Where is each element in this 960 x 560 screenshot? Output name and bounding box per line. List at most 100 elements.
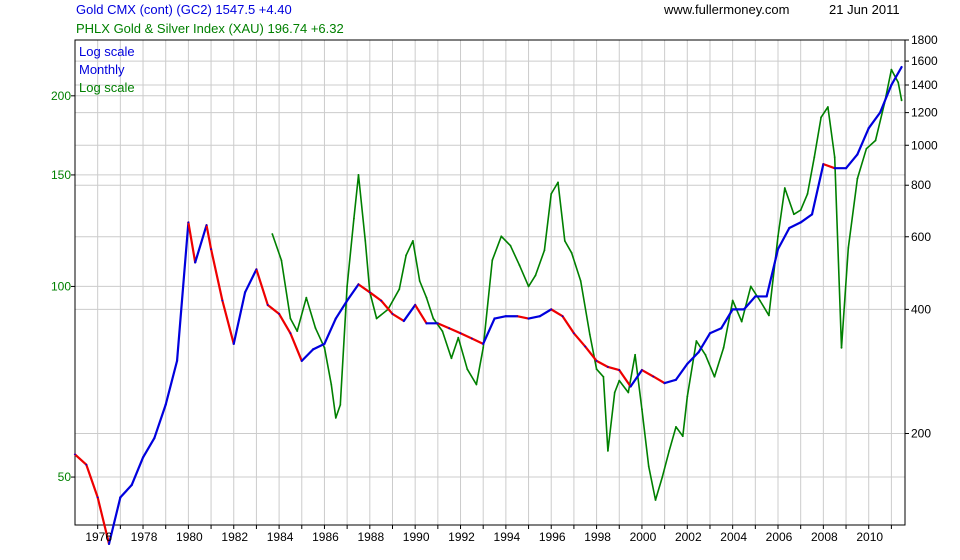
gold-segment [323, 317, 337, 345]
xau-point [500, 235, 503, 238]
gold-point [833, 167, 836, 170]
legend-gold-scale: Log scale [79, 44, 135, 59]
xau-point [296, 330, 299, 333]
right-tick-label: 1600 [911, 54, 938, 68]
gold-segment [187, 221, 197, 264]
x-tick-label: 1998 [584, 530, 611, 544]
gold-segment [640, 368, 655, 378]
gold-point [799, 221, 802, 224]
xau-series [271, 68, 903, 501]
gold-point [550, 308, 553, 311]
xau-point [634, 353, 637, 356]
x-tick-label: 2002 [675, 530, 702, 544]
xau-point [847, 247, 850, 249]
gold-point [856, 153, 859, 156]
gold-point [300, 359, 303, 362]
legend: Log scale Monthly Log scale [79, 43, 135, 97]
gold-point [788, 227, 791, 229]
right-tick-label: 1800 [911, 33, 938, 47]
gold-segment [119, 483, 133, 499]
gold-point [459, 332, 462, 335]
gold-point [900, 66, 903, 68]
x-tick-label: 2004 [720, 530, 747, 544]
gold-point [368, 291, 371, 294]
gold-point [74, 453, 76, 456]
xau-point [768, 314, 770, 317]
gold-point [641, 369, 643, 371]
xau-point [647, 465, 650, 468]
gold-segment [856, 127, 870, 156]
gold-segment [448, 327, 462, 335]
gold-point [754, 295, 757, 298]
right-tick-label: 600 [911, 230, 931, 244]
xau-point [550, 192, 553, 195]
x-tick-label: 1988 [357, 530, 384, 544]
xau-point [579, 280, 582, 282]
xau-point [364, 240, 367, 242]
left-tick-label: 100 [51, 279, 71, 293]
right-tick-label: 1200 [911, 106, 938, 120]
gold-segment [595, 359, 610, 369]
gold-point [652, 375, 655, 378]
xau-point [323, 346, 326, 349]
gold-segment [221, 299, 235, 345]
xau-point [618, 379, 621, 382]
xau-point [607, 449, 609, 452]
gold-point [210, 248, 212, 251]
xau-point [543, 249, 546, 252]
gold-point [743, 308, 745, 311]
xau-point [305, 296, 308, 299]
right-tick-label: 800 [911, 178, 931, 192]
xau-point [457, 336, 460, 339]
xau-point [758, 299, 761, 302]
xau-point [713, 375, 716, 378]
gold-point [194, 261, 197, 264]
xau-point [661, 476, 664, 478]
xau-point [602, 375, 605, 378]
gold-point [595, 359, 598, 362]
gold-segment [810, 163, 825, 216]
gold-point [584, 345, 587, 348]
gold-point [686, 363, 689, 365]
gold-segment [572, 332, 587, 348]
xau-line [271, 68, 903, 501]
gold-segment [243, 268, 258, 294]
xau-point [357, 174, 360, 176]
gold-point [334, 317, 337, 320]
gold-point [346, 299, 349, 302]
xau-point [686, 395, 689, 398]
xau-point [509, 244, 512, 247]
xau-point [675, 426, 677, 428]
gold-segment [357, 283, 371, 294]
gold-segment [493, 315, 507, 320]
gold-segment [538, 308, 553, 318]
gold-point [85, 463, 88, 466]
xau-point [668, 449, 671, 452]
gold-point [164, 403, 167, 406]
xau-point [482, 346, 485, 349]
xau-point [833, 156, 836, 159]
x-tick-label: 2000 [630, 530, 657, 544]
gold-point [414, 304, 417, 306]
gold-segment [391, 312, 405, 323]
xau-point [722, 346, 725, 349]
xau-point [840, 346, 843, 349]
xau-point [890, 68, 893, 71]
xau-point [330, 383, 333, 386]
gold-segment [527, 315, 541, 320]
xau-point [398, 288, 401, 291]
xau-point [792, 213, 795, 216]
gold-point [493, 317, 496, 320]
xau-point [826, 106, 829, 108]
xau-point [557, 181, 559, 184]
xau-point [695, 340, 698, 342]
gold-point [811, 213, 813, 216]
gold-segment [561, 315, 576, 335]
xau-point [425, 296, 428, 299]
x-tick-label: 1996 [539, 530, 566, 544]
gold-point [845, 167, 847, 170]
gold-point [289, 332, 292, 335]
gold-point [312, 348, 315, 351]
gold-segment [312, 342, 326, 351]
xau-point [874, 139, 877, 142]
